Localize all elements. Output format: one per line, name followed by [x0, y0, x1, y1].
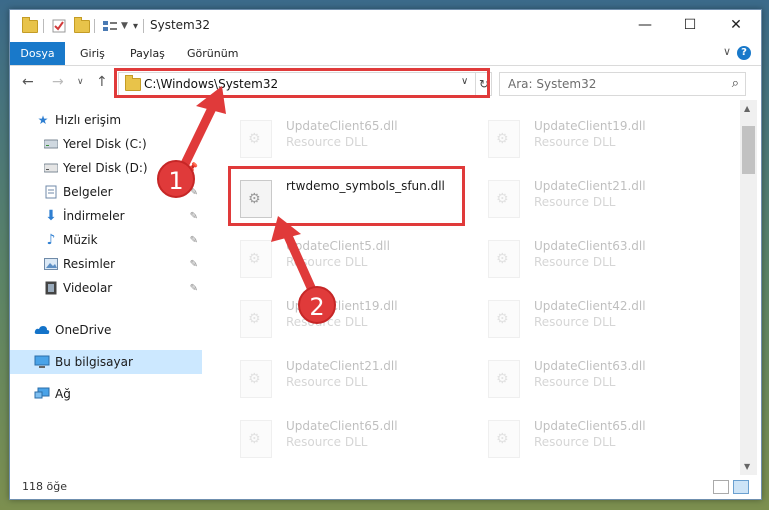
step-2-badge: 2 — [298, 286, 336, 324]
step-1-badge: 1 — [157, 160, 195, 198]
annotation-arrows — [178, 86, 318, 297]
